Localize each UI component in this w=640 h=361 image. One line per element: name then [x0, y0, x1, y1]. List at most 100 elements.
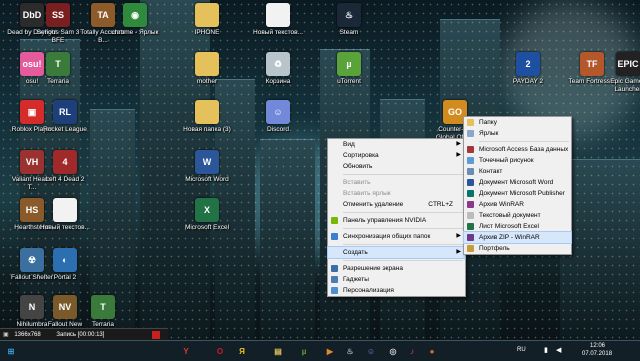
menu-item[interactable]: Портфель	[464, 243, 571, 254]
rocket-league-icon: RL	[53, 100, 77, 124]
menu-item-label: Точечный рисунок	[479, 157, 534, 164]
network-icon[interactable]: ▮	[544, 346, 548, 354]
tf2-icon: TF	[580, 52, 604, 76]
desktop-icon-label: mother	[196, 78, 218, 85]
menu-item[interactable]: Сортировка ▶	[328, 150, 465, 161]
desktop-icon-label: Корзина	[265, 78, 291, 85]
desktop-icon-l4d2[interactable]: 4 Left 4 Dead 2	[40, 150, 90, 184]
menu-item[interactable]: Отменить удаление CTRL+Z	[328, 199, 465, 210]
desktop-icon-ss3[interactable]: SS Serious Sam 3 BFE	[33, 3, 83, 45]
opera-icon[interactable]: O	[212, 343, 228, 359]
desktop-icon-epic[interactable]: EPIC Epic Games Launcher	[603, 52, 640, 94]
submenu-arrow-icon: ▶	[456, 249, 461, 255]
menu-item[interactable]: Лист Microsoft Excel	[464, 221, 571, 232]
desktop-icon-label: Новый текстов...	[40, 224, 90, 231]
menu-item[interactable]: Текстовый документ	[464, 210, 571, 221]
desktop-icon-label: Serious Sam 3 BFE	[36, 29, 80, 44]
menu-item[interactable]: Гаджеты	[328, 274, 465, 285]
menu-item[interactable]: Ярлык	[464, 128, 571, 139]
firefox-icon[interactable]: ●	[424, 343, 440, 359]
menu-item[interactable]: Разрешение экрана	[328, 263, 465, 274]
payday-icon: 2	[516, 52, 540, 76]
menu-separator	[343, 260, 463, 261]
desktop-icon-mother[interactable]: mother	[182, 52, 232, 86]
media-icon[interactable]: ▶	[322, 343, 338, 359]
desktop-icon-label: Terraria	[46, 78, 70, 85]
folder-icon	[195, 100, 219, 124]
menu-item[interactable]: Точечный рисунок	[464, 155, 571, 166]
menu-item[interactable]: Microsoft Access База данных	[464, 144, 571, 155]
desktop-icon-newfolder[interactable]: Новая папка (3)	[182, 100, 232, 134]
language-indicator[interactable]: RU	[517, 347, 526, 353]
record-stop-button[interactable]	[152, 331, 160, 339]
epic-icon: EPIC	[616, 52, 640, 76]
explorer-icon[interactable]: ▤	[270, 343, 286, 359]
yandex-browser-icon[interactable]: Y	[178, 343, 194, 359]
menu-separator	[343, 228, 463, 229]
volume-icon[interactable]: ◀	[556, 346, 561, 354]
menu-item[interactable]: Синхронизация общих папок ▶	[328, 231, 465, 242]
discord-icon[interactable]: ☺	[363, 343, 379, 359]
recorder-status: Запись [00:00:13]	[56, 332, 105, 338]
desktop-icon-payday[interactable]: 2 PAYDAY 2	[503, 52, 553, 86]
menu-item[interactable]: Панель управления NVIDIA	[328, 215, 465, 226]
menu-item[interactable]: Архив ZIP - WinRAR	[463, 231, 572, 244]
desktop-context-menu: Вид ▶ Сортировка ▶ Обновить Вставить Вставить …	[327, 138, 466, 297]
desktop-icon-label: Новая папка (3)	[183, 126, 231, 133]
menu-item-label: Гаджеты	[343, 276, 369, 283]
bitmap-icon	[467, 157, 474, 164]
menu-item[interactable]: Архив WinRAR	[464, 199, 571, 210]
menu-item-label: Папку	[479, 119, 497, 126]
menu-item-label: Документ Microsoft Publisher	[479, 190, 565, 197]
desktop-icon-label: Microsoft Word	[185, 176, 229, 183]
menu-item[interactable]: Персонализация	[328, 285, 465, 296]
desktop-icon-msexcel[interactable]: X Microsoft Excel	[182, 198, 232, 232]
menu-item-label: Архив WinRAR	[479, 201, 524, 208]
menu-item[interactable]: Создать ▶	[327, 246, 466, 259]
utorrent-icon[interactable]: µ	[296, 343, 312, 359]
yandex-icon[interactable]: Я	[234, 343, 250, 359]
menu-separator	[343, 174, 463, 175]
desktop-icon-terraria[interactable]: T Terraria	[33, 52, 83, 86]
desktop-icon-rocket[interactable]: RL Rocket League	[40, 100, 90, 134]
gadgets-icon	[331, 276, 338, 283]
winrar-icon	[467, 201, 474, 208]
desktop-icon-trash[interactable]: ♻ Корзина	[253, 52, 303, 86]
obs-icon[interactable]: ◎	[385, 343, 401, 359]
desktop-icon-terraria2[interactable]: T Terraria	[78, 295, 128, 329]
desktop-icon-steam[interactable]: ♨ Steam	[324, 3, 374, 37]
menu-item[interactable]: Вставить	[328, 177, 465, 188]
desktop-icon-utorrent[interactable]: µ uTorrent	[324, 52, 374, 86]
desktop-icon-newtxt2[interactable]: Новый текстов...	[40, 198, 90, 232]
recycle-bin-icon: ♻	[266, 52, 290, 76]
desktop-icon-newtxt[interactable]: Новый текстов...	[253, 3, 303, 37]
desktop-icon-portal2[interactable]: ◐ Portal 2	[40, 248, 90, 282]
serious-sam-icon: SS	[46, 3, 70, 27]
menu-item[interactable]: Документ Microsoft Word	[464, 177, 571, 188]
desktop-icon-label: PAYDAY 2	[512, 78, 544, 85]
desktop-icon-label: Portal 2	[53, 274, 77, 281]
menu-item[interactable]: Вид ▶	[328, 139, 465, 150]
windows-start-icon[interactable]: ⊞	[3, 343, 19, 359]
portal-icon: ◐	[53, 248, 77, 272]
clock-time[interactable]: 12:06	[590, 343, 605, 349]
menu-item[interactable]: Обновить	[328, 161, 465, 172]
desktop-icon-chrome[interactable]: ◉ chrome - Ярлык	[110, 3, 160, 37]
menu-item[interactable]: Контакт	[464, 166, 571, 177]
music-icon[interactable]: ♪	[404, 343, 420, 359]
desktop-icon-label: Epic Games Launcher	[610, 78, 640, 93]
menu-item-label: Контакт	[479, 168, 503, 175]
desktop-icon-iphone[interactable]: IPHONE	[182, 3, 232, 37]
terraria-icon: T	[46, 52, 70, 76]
desktop-icon-label: chrome - Ярлык	[111, 29, 159, 36]
steam-icon[interactable]: ♨	[342, 343, 358, 359]
menu-item-label: Ярлык	[479, 130, 499, 137]
menu-item[interactable]: Вставить ярлык	[328, 188, 465, 199]
desktop-icon-msword[interactable]: W Microsoft Word	[182, 150, 232, 184]
excel-icon	[467, 223, 474, 230]
menu-item-label: Обновить	[343, 163, 373, 170]
desktop-icon-discord[interactable]: ☺ Discord	[253, 100, 303, 134]
menu-item[interactable]: Документ Microsoft Publisher	[464, 188, 571, 199]
clock-date[interactable]: 07.07.2018	[582, 351, 612, 357]
menu-item[interactable]: Папку	[464, 117, 571, 128]
